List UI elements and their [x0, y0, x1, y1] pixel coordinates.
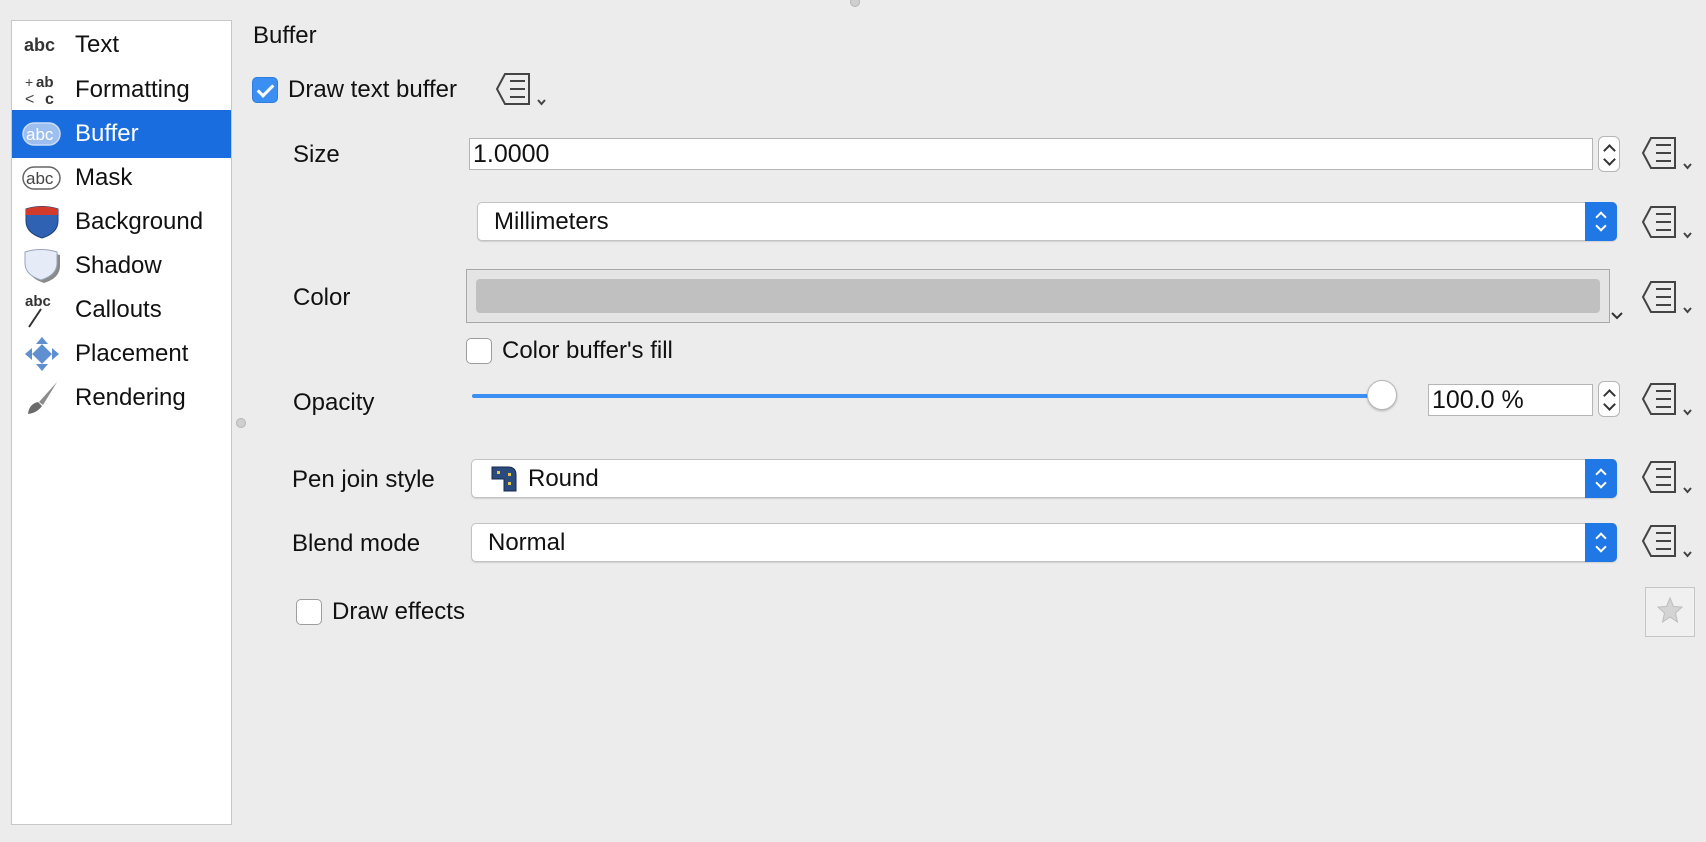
svg-text:<: <	[25, 91, 34, 107]
splitter-handle[interactable]	[236, 418, 246, 428]
color-buffer-fill-checkbox[interactable]	[466, 338, 492, 364]
size-input[interactable]: 1.0000	[469, 138, 1593, 170]
blend-mode-value: Normal	[488, 528, 566, 556]
sidebar-item-text[interactable]: abc Text	[12, 21, 231, 69]
sidebar-item-formatting[interactable]: + ab < c Formatting	[12, 66, 231, 114]
sidebar-item-label: Mask	[75, 164, 133, 191]
placement-arrows-icon	[22, 336, 62, 372]
opacity-label: Opacity	[293, 389, 375, 416]
splitter-handle[interactable]	[850, 0, 860, 7]
svg-text:abc: abc	[26, 125, 54, 144]
data-defined-override-icon[interactable]	[494, 70, 546, 108]
page-title: Buffer	[253, 22, 317, 49]
sidebar-item-placement[interactable]: Placement	[12, 330, 231, 378]
draw-text-buffer-checkbox[interactable]	[252, 77, 278, 103]
chevron-updown-icon	[1585, 523, 1617, 562]
color-picker-button[interactable]	[466, 269, 1610, 323]
data-defined-override-icon[interactable]	[1640, 380, 1692, 418]
data-defined-override-icon[interactable]	[1640, 458, 1692, 496]
chevron-updown-icon	[1585, 459, 1617, 498]
data-defined-override-icon[interactable]	[1640, 203, 1692, 241]
pen-join-style-select[interactable]: Round	[471, 459, 1617, 498]
color-buffer-fill-label: Color buffer's fill	[502, 337, 673, 364]
effects-button[interactable]	[1645, 587, 1695, 637]
svg-text:+: +	[25, 74, 33, 90]
opacity-spinner[interactable]	[1598, 381, 1620, 417]
opacity-slider-fill	[472, 394, 1368, 398]
sidebar-item-shadow[interactable]: Shadow	[12, 242, 231, 290]
sidebar-item-buffer[interactable]: abc Buffer	[12, 110, 231, 158]
size-spinner[interactable]	[1598, 136, 1620, 172]
sidebar-item-label: Callouts	[75, 296, 162, 323]
pen-join-style-value: Round	[528, 464, 599, 492]
shadow-shield-icon	[22, 248, 62, 284]
opacity-slider-handle[interactable]	[1367, 380, 1397, 410]
draw-text-buffer-label: Draw text buffer	[288, 76, 457, 103]
sidebar-list: abc Text + ab < c Formatting abc Buffer	[11, 20, 232, 825]
sidebar-item-mask[interactable]: abc Mask	[12, 154, 231, 202]
rendering-brush-icon	[22, 380, 62, 416]
size-label: Size	[293, 141, 340, 168]
draw-effects-label: Draw effects	[332, 598, 465, 625]
chevron-down-icon[interactable]	[1610, 308, 1624, 326]
svg-text:abc: abc	[25, 293, 51, 310]
draw-effects-checkbox[interactable]	[296, 599, 322, 625]
sidebar-item-label: Shadow	[75, 252, 162, 279]
opacity-input[interactable]: 100.0 %	[1428, 384, 1593, 416]
data-defined-override-icon[interactable]	[1640, 522, 1692, 560]
svg-text:abc: abc	[24, 35, 55, 55]
svg-text:ab: ab	[36, 74, 54, 91]
text-abc-icon: abc	[22, 27, 62, 63]
sidebar-item-rendering[interactable]: Rendering	[12, 374, 231, 422]
blend-mode-label: Blend mode	[292, 530, 421, 557]
opacity-slider[interactable]	[472, 380, 1397, 410]
data-defined-override-icon[interactable]	[1640, 278, 1692, 316]
color-label: Color	[293, 284, 351, 311]
sidebar-item-label: Background	[75, 208, 204, 235]
units-value: Millimeters	[494, 207, 609, 235]
data-defined-override-icon[interactable]	[1640, 134, 1692, 172]
sidebar-item-label: Formatting	[75, 76, 190, 103]
sidebar-item-label: Placement	[75, 340, 189, 367]
buffer-abc-icon: abc	[22, 116, 62, 152]
sidebar-item-label: Rendering	[75, 384, 186, 411]
sidebar-item-label: Buffer	[75, 120, 139, 147]
star-icon	[1655, 595, 1685, 630]
callouts-icon: abc	[22, 292, 62, 328]
color-swatch	[476, 279, 1600, 313]
chevron-updown-icon	[1585, 202, 1617, 241]
sidebar-item-label: Text	[75, 31, 120, 58]
sidebar-item-callouts[interactable]: abc Callouts	[12, 286, 231, 334]
sidebar-item-background[interactable]: Background	[12, 198, 231, 246]
round-join-icon	[490, 465, 518, 493]
units-select[interactable]: Millimeters	[477, 202, 1617, 241]
pen-join-style-label: Pen join style	[292, 466, 435, 493]
blend-mode-select[interactable]: Normal	[471, 523, 1617, 562]
background-shield-icon	[22, 204, 62, 240]
svg-text:abc: abc	[26, 169, 54, 188]
mask-abc-icon: abc	[22, 160, 62, 196]
svg-text:c: c	[45, 91, 54, 107]
formatting-icon: + ab < c	[22, 72, 62, 108]
